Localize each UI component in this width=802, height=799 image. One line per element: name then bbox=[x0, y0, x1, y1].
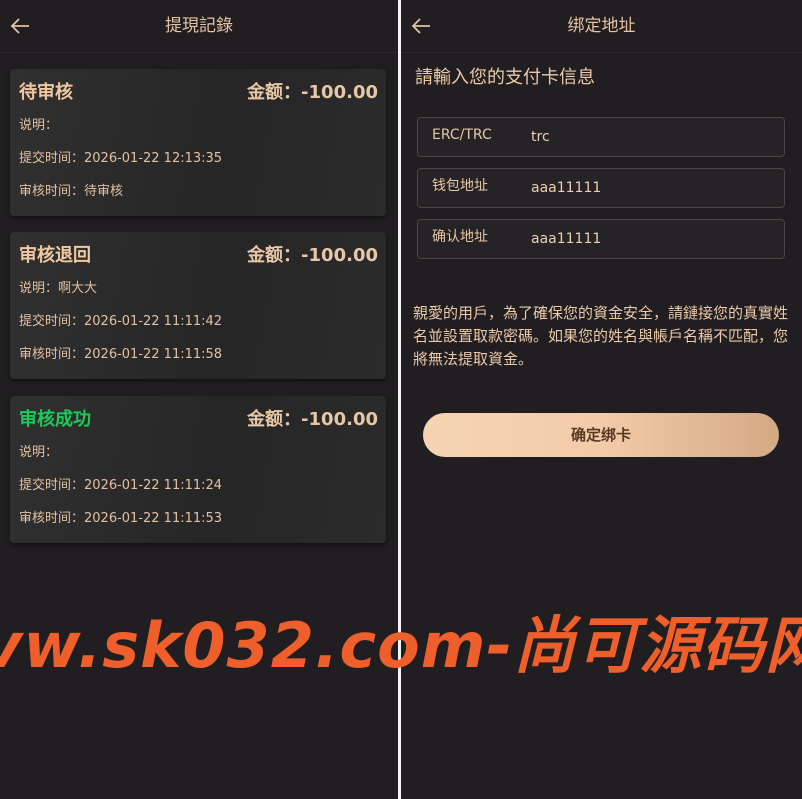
field-label: 确认地址 bbox=[432, 229, 488, 245]
page-title: 提現記錄 bbox=[165, 16, 233, 36]
field-label: 钱包地址 bbox=[432, 178, 488, 194]
withdrawal-records-panel: 提現記錄 待审核 金额：-100.00 说明： 提交时间：2026-01-22 … bbox=[0, 0, 398, 799]
bind-address-panel: 绑定地址 請輸入您的支付卡信息 ERC/TRC 钱包地址 确认地址 親愛的用戶，… bbox=[401, 0, 802, 799]
security-notice: 親愛的用戶，為了確保您的資金安全，請鏈接您的真實姓名並設置取款密碼。如果您的姓名… bbox=[413, 304, 789, 368]
record-amount: 金额：-100.00 bbox=[247, 409, 378, 430]
page-title: 绑定地址 bbox=[567, 16, 636, 36]
record-card[interactable]: 审核退回 金额：-100.00 说明：啊大大 提交时间：2026-01-22 1… bbox=[10, 232, 386, 379]
record-amount: 金额：-100.00 bbox=[247, 245, 378, 266]
record-status: 待审核 bbox=[19, 82, 73, 103]
record-review-time: 审核时间：待审核 bbox=[19, 184, 124, 199]
record-description: 说明：啊大大 bbox=[19, 281, 98, 296]
field-label: ERC/TRC bbox=[432, 127, 492, 143]
record-review-time: 审核时间：2026-01-22 11:11:53 bbox=[19, 511, 223, 526]
header-bar: 绑定地址 bbox=[401, 0, 802, 53]
record-amount: 金额：-100.00 bbox=[247, 82, 378, 103]
record-review-time: 审核时间：2026-01-22 11:11:58 bbox=[19, 347, 223, 362]
record-submit-time: 提交时间：2026-01-22 12:13:35 bbox=[19, 151, 223, 166]
header-bar: 提現記錄 bbox=[0, 0, 398, 53]
wallet-address-input[interactable] bbox=[531, 179, 771, 197]
record-description: 说明： bbox=[19, 445, 59, 460]
erc-trc-field[interactable]: ERC/TRC bbox=[417, 117, 785, 157]
record-status: 审核成功 bbox=[19, 409, 91, 430]
confirm-address-input[interactable] bbox=[531, 230, 771, 248]
form-prompt: 請輸入您的支付卡信息 bbox=[415, 67, 595, 88]
wallet-address-field[interactable]: 钱包地址 bbox=[417, 168, 785, 208]
record-description: 说明： bbox=[19, 118, 59, 133]
record-submit-time: 提交时间：2026-01-22 11:11:24 bbox=[19, 478, 223, 493]
record-card[interactable]: 待审核 金额：-100.00 说明： 提交时间：2026-01-22 12:13… bbox=[10, 69, 386, 216]
confirm-address-field[interactable]: 确认地址 bbox=[417, 219, 785, 259]
erc-trc-input[interactable] bbox=[531, 128, 771, 146]
record-card[interactable]: 审核成功 金额：-100.00 说明： 提交时间：2026-01-22 11:1… bbox=[10, 396, 386, 543]
record-status: 审核退回 bbox=[19, 245, 91, 266]
confirm-bind-button[interactable]: 确定绑卡 bbox=[423, 413, 779, 457]
record-submit-time: 提交时间：2026-01-22 11:11:42 bbox=[19, 314, 223, 329]
